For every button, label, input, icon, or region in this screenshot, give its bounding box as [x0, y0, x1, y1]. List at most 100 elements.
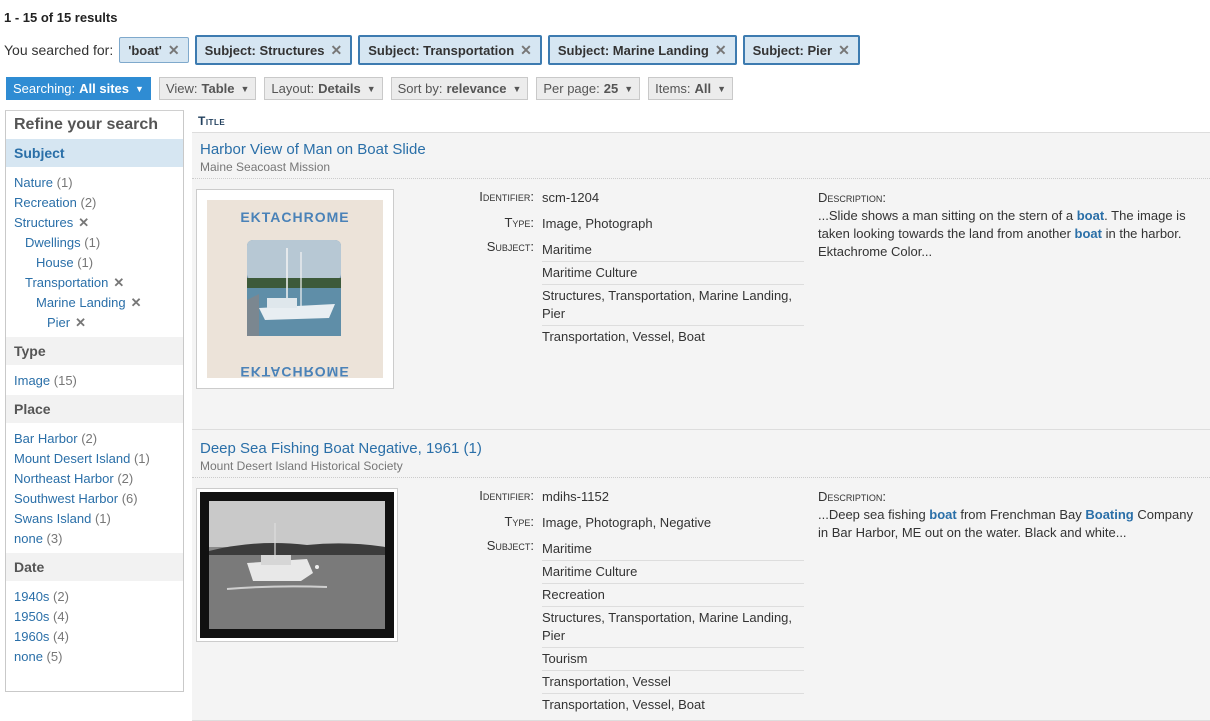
facet-item-image[interactable]: Image (15): [6, 371, 183, 391]
refine-sidebar: Refine your search Subject Nature (1) Re…: [5, 110, 184, 692]
record-thumbnail[interactable]: EKTACHROME EKTACHROME: [196, 189, 394, 389]
facet-label: none: [14, 649, 43, 664]
chip-keyword[interactable]: 'boat' ✕: [119, 37, 189, 63]
description-label: Description:: [818, 190, 887, 205]
facet-item-1940s[interactable]: 1940s (2): [6, 587, 183, 607]
desc-highlight: boat: [929, 507, 957, 522]
record-thumbnail[interactable]: [196, 488, 398, 642]
facet-item-transportation[interactable]: Transportation ✕: [6, 273, 183, 293]
description-text: ...Slide shows a man sitting on the ster…: [818, 207, 1198, 261]
facet-label: House: [36, 255, 74, 270]
dropdown-value: Table: [201, 81, 235, 96]
results-toolbar: Searching: All sites ▼ View: Table ▼ Layout:…: [6, 77, 734, 100]
remove-icon[interactable]: ✕: [113, 275, 124, 290]
dropdown-label: Layout:: [271, 81, 315, 96]
facet-item-marine-landing[interactable]: Marine Landing ✕: [6, 293, 183, 313]
facet-count: (2): [81, 431, 98, 446]
facet-label: Southwest Harbor: [14, 491, 119, 506]
column-header-title[interactable]: Title: [192, 110, 1210, 133]
remove-icon[interactable]: ✕: [331, 42, 343, 59]
remove-icon[interactable]: ✕: [131, 295, 142, 310]
chip-label: Subject: Pier: [752, 42, 833, 58]
record-description: Description: ...Deep sea fishing boat fr…: [818, 488, 1198, 542]
remove-icon[interactable]: ✕: [520, 42, 532, 59]
dropdown-value: relevance: [446, 81, 507, 96]
slide-label-top: EKTACHROME: [240, 209, 349, 225]
subject-item: Maritime Culture: [542, 561, 804, 584]
dropdown-label: Sort by:: [397, 81, 443, 96]
chip-label: Subject: Transportation: [368, 42, 515, 58]
facet-item-date-none[interactable]: none (5): [6, 647, 183, 667]
subject-item: Structures, Transportation, Marine Landi…: [542, 607, 804, 648]
subject-item: Transportation, Vessel, Boat: [542, 697, 705, 712]
facet-item-nature[interactable]: Nature (1): [6, 173, 183, 193]
slide-label-bottom: EKTACHROME: [240, 364, 349, 380]
remove-icon[interactable]: ✕: [75, 315, 86, 330]
remove-icon[interactable]: ✕: [168, 42, 180, 59]
subject-list: Maritime Maritime Culture Recreation Str…: [542, 538, 804, 716]
facet-heading-date[interactable]: Date: [6, 553, 183, 581]
dropdown-value: Details: [318, 81, 361, 96]
caret-down-icon: ▼: [366, 83, 376, 94]
facet-item-mount-desert-island[interactable]: Mount Desert Island (1): [6, 449, 183, 469]
searching-dropdown[interactable]: Searching: All sites ▼: [6, 77, 151, 100]
facet-count: (1): [77, 255, 94, 270]
slide-label-bottom-group: EKTACHROME: [240, 364, 349, 380]
facet-item-1950s[interactable]: 1950s (4): [6, 607, 183, 627]
facet-label: Image: [14, 373, 51, 388]
facet-heading-subject[interactable]: Subject: [6, 139, 183, 167]
facet-item-1960s[interactable]: 1960s (4): [6, 627, 183, 647]
facet-label: 1940s: [14, 589, 50, 604]
subject-item: Maritime: [542, 538, 804, 561]
facet-heading-place[interactable]: Place: [6, 395, 183, 423]
facet-label: Bar Harbor: [14, 431, 78, 446]
facet-item-structures[interactable]: Structures ✕: [6, 213, 183, 233]
facet-item-southwest-harbor[interactable]: Southwest Harbor (6): [6, 489, 183, 509]
facet-item-house[interactable]: House (1): [6, 253, 183, 273]
facet-item-place-none[interactable]: none (3): [6, 529, 183, 549]
search-label: You searched for:: [4, 42, 114, 58]
facet-item-recreation[interactable]: Recreation (2): [6, 193, 183, 213]
desc-part: ...Deep sea fishing: [818, 507, 930, 522]
facet-heading-type[interactable]: Type: [6, 337, 183, 365]
record-title-link[interactable]: Harbor View of Man on Boat Slide: [192, 133, 1210, 158]
subject-item: Transportation, Vessel: [542, 671, 804, 694]
facet-label: Recreation: [14, 195, 77, 210]
chip-label: 'boat': [128, 42, 162, 58]
subject-item: Transportation, Vessel, Boat: [542, 329, 705, 344]
remove-icon[interactable]: ✕: [838, 42, 850, 59]
desc-highlight: boat: [1076, 208, 1105, 223]
facet-item-swans-island[interactable]: Swans Island (1): [6, 509, 183, 529]
dropdown-value: 25: [603, 81, 619, 96]
caret-down-icon: ▼: [717, 83, 727, 94]
subject-item: Maritime Culture: [542, 262, 804, 285]
per-page-dropdown[interactable]: Per page: 25 ▼: [536, 77, 641, 100]
result-record: Deep Sea Fishing Boat Negative, 1961 (1)…: [192, 430, 1210, 721]
facet-count: (15): [53, 373, 77, 388]
chip-subject-pier[interactable]: Subject: Pier ✕: [742, 35, 860, 65]
items-dropdown[interactable]: Items: All ▼: [648, 77, 734, 100]
facet-count: (1): [84, 235, 101, 250]
facet-label: Transportation: [25, 275, 109, 290]
remove-icon[interactable]: ✕: [715, 42, 727, 59]
facet-label: Mount Desert Island: [14, 451, 131, 466]
facet-item-northeast-harbor[interactable]: Northeast Harbor (2): [6, 469, 183, 489]
sort-dropdown[interactable]: Sort by: relevance ▼: [390, 77, 529, 100]
view-dropdown[interactable]: View: Table ▼: [158, 77, 257, 100]
dropdown-value: All: [694, 81, 712, 96]
record-title-link[interactable]: Deep Sea Fishing Boat Negative, 1961 (1): [192, 430, 1210, 457]
facet-item-pier[interactable]: Pier ✕: [6, 313, 183, 333]
facet-list-type: Image (15): [6, 365, 183, 395]
subject-item: Tourism: [542, 648, 804, 671]
facet-label: 1960s: [14, 629, 50, 644]
remove-icon[interactable]: ✕: [78, 215, 89, 230]
facet-count: (1): [56, 175, 73, 190]
chip-subject-transportation[interactable]: Subject: Transportation ✕: [358, 35, 542, 65]
chip-subject-structures[interactable]: Subject: Structures ✕: [194, 35, 353, 65]
layout-dropdown[interactable]: Layout: Details ▼: [264, 77, 383, 100]
facet-item-dwellings[interactable]: Dwellings (1): [6, 233, 183, 253]
subject-label: Subject:: [486, 538, 534, 553]
chip-subject-marine-landing[interactable]: Subject: Marine Landing ✕: [547, 35, 737, 65]
type-label: Type:: [504, 215, 534, 230]
facet-item-bar-harbor[interactable]: Bar Harbor (2): [6, 429, 183, 449]
